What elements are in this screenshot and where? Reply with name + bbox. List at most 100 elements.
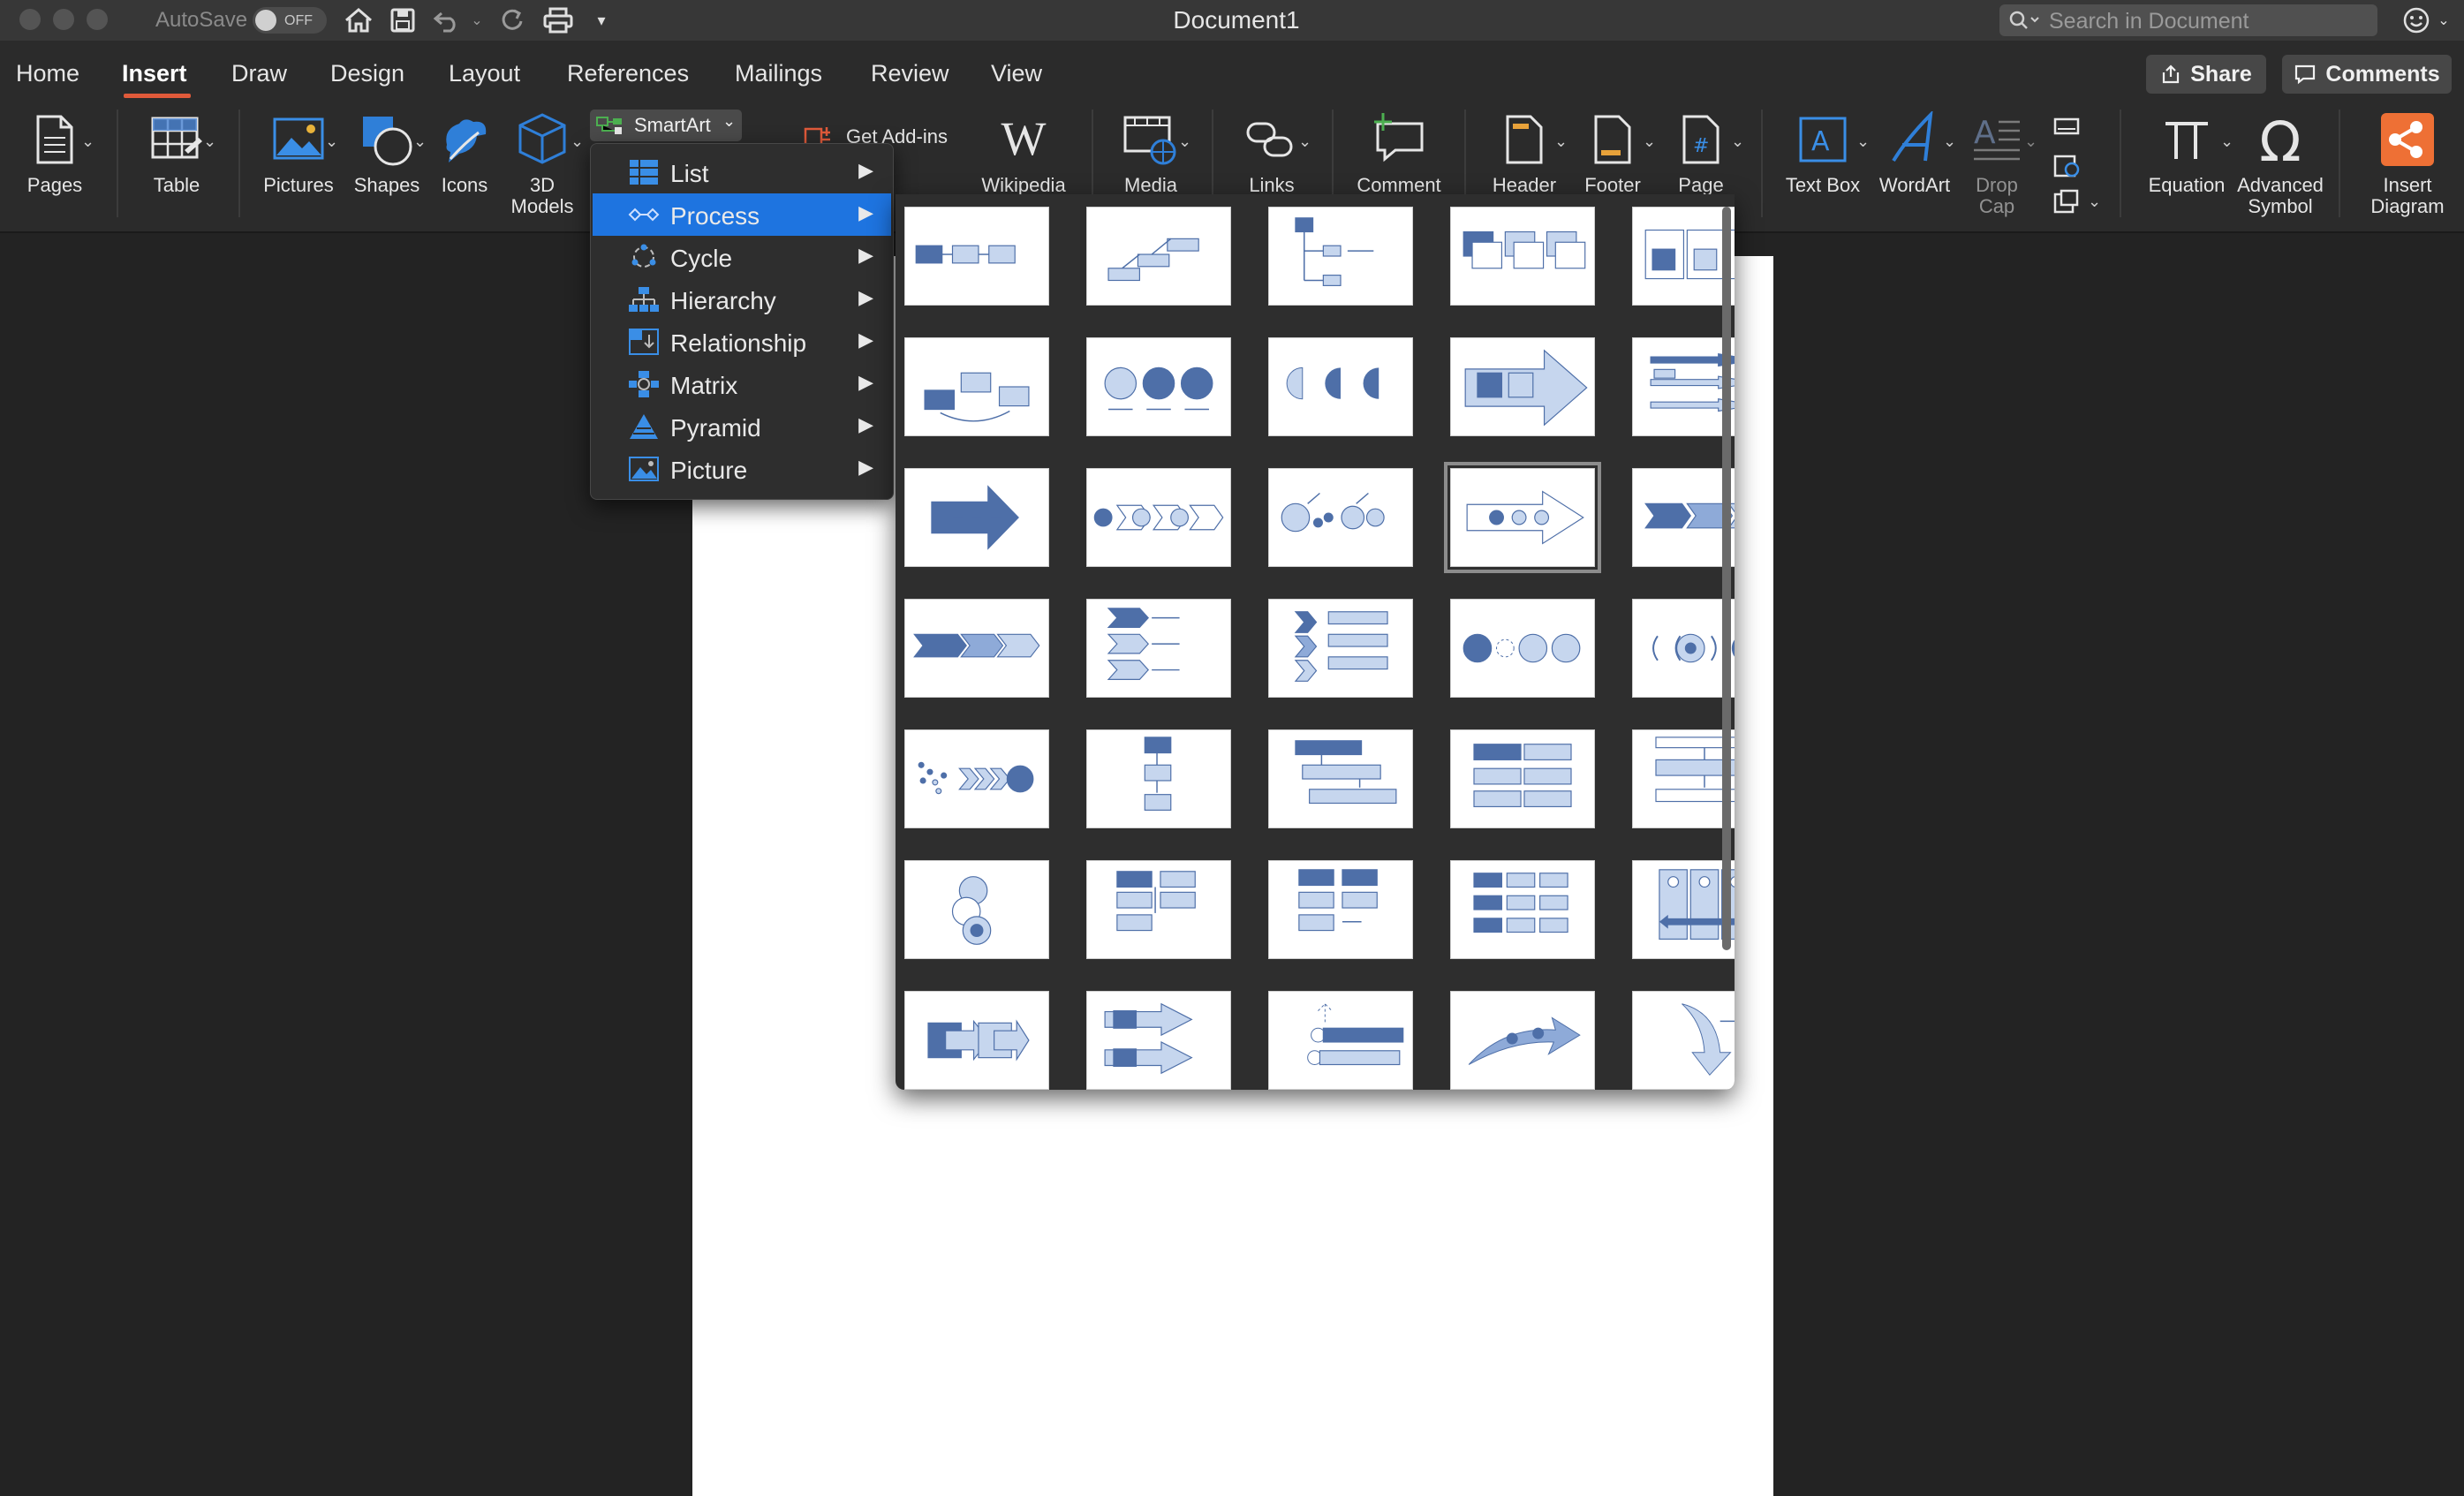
footer-icon xyxy=(1594,115,1631,164)
layout-preview-icon xyxy=(1116,871,1196,932)
scrollbar-thumb[interactable] xyxy=(1722,207,1731,950)
menu-item-matrix[interactable]: Matrix ▶ xyxy=(593,363,891,405)
tab-layout[interactable]: Layout xyxy=(449,60,520,87)
customize-toolbar-icon[interactable]: ▾ xyxy=(590,4,613,37)
process-layout-thumbnail[interactable] xyxy=(1268,207,1413,306)
pyramid-icon xyxy=(630,414,658,439)
object-chevron-icon[interactable]: ⌄ xyxy=(2088,193,2101,211)
process-layout-thumbnail[interactable] xyxy=(1086,207,1231,306)
tab-review[interactable]: Review xyxy=(871,60,949,87)
zoom-window-button[interactable] xyxy=(87,9,108,30)
tab-design[interactable]: Design xyxy=(330,60,404,87)
autosave-toggle[interactable]: OFF xyxy=(253,7,327,34)
process-layout-thumbnail[interactable] xyxy=(1268,991,1413,1090)
layout-preview-icon xyxy=(1294,611,1388,682)
wordart-button[interactable]: ⌄ WordArt xyxy=(1871,102,1959,233)
wikipedia-icon: W xyxy=(1001,112,1047,165)
table-button[interactable]: ⌄ Table xyxy=(131,102,223,233)
equation-button[interactable]: ⌄ Equation xyxy=(2132,102,2241,233)
feedback-chevron-icon[interactable]: ⌄ xyxy=(2434,4,2453,37)
menu-item-hierarchy[interactable]: Hierarchy ▶ xyxy=(593,278,891,321)
process-layout-thumbnail[interactable] xyxy=(904,207,1049,306)
3d-models-button[interactable]: ⌄ 3D Models xyxy=(500,102,585,233)
home-icon[interactable] xyxy=(341,4,376,37)
process-layout-thumbnail[interactable] xyxy=(904,991,1049,1090)
process-layout-thumbnail[interactable] xyxy=(1450,337,1595,436)
menu-item-pyramid[interactable]: Pyramid ▶ xyxy=(593,405,891,448)
menu-item-relationship[interactable]: Relationship ▶ xyxy=(593,321,891,363)
tab-mailings[interactable]: Mailings xyxy=(735,60,822,87)
object-icon[interactable] xyxy=(2052,189,2081,215)
process-layout-thumbnail[interactable] xyxy=(904,337,1049,436)
process-layout-thumbnail[interactable] xyxy=(1450,860,1595,959)
icons-button[interactable]: Icons xyxy=(433,102,496,233)
process-layout-thumbnail[interactable] xyxy=(1086,729,1231,828)
process-layout-thumbnail[interactable] xyxy=(1268,729,1413,828)
share-button[interactable]: Share xyxy=(2146,55,2266,94)
header-chevron-icon: ⌄ xyxy=(1554,132,1568,150)
menu-item-process[interactable]: Process ▶ xyxy=(593,193,891,236)
tab-draw[interactable]: Draw xyxy=(231,60,287,87)
tab-home[interactable]: Home xyxy=(16,60,79,87)
comments-button[interactable]: Comments xyxy=(2282,55,2452,94)
process-layout-thumbnail[interactable] xyxy=(1086,991,1231,1090)
search-input[interactable]: Search in Document xyxy=(1999,4,2377,36)
date-time-icon[interactable] xyxy=(2052,152,2081,178)
tab-references[interactable]: References xyxy=(567,60,689,87)
layout-preview-icon xyxy=(931,485,1019,550)
drop-cap-label-line2: Cap xyxy=(1978,195,2015,217)
text-box-button[interactable]: A ⌄ Text Box xyxy=(1773,102,1872,233)
insert-diagram-button[interactable]: Insert Diagram xyxy=(2358,102,2457,233)
layout-preview-icon xyxy=(1466,490,1584,545)
minimize-window-button[interactable] xyxy=(53,9,74,30)
process-layout-thumbnail[interactable] xyxy=(1086,599,1231,698)
wikipedia-label: Wikipedia xyxy=(981,174,1066,196)
process-layout-thumbnail[interactable] xyxy=(1268,337,1413,436)
process-layout-thumbnail[interactable] xyxy=(1268,599,1413,698)
tab-insert[interactable]: Insert xyxy=(122,60,187,87)
print-icon[interactable] xyxy=(539,4,578,37)
process-layout-thumbnail[interactable] xyxy=(1086,860,1231,959)
process-layout-thumbnail[interactable] xyxy=(1086,337,1231,436)
layout-preview-icon xyxy=(1307,1003,1404,1066)
close-window-button[interactable] xyxy=(19,9,41,30)
process-layout-thumbnail[interactable] xyxy=(904,729,1049,828)
process-layout-thumbnail[interactable] xyxy=(1086,468,1231,567)
signature-line-icon[interactable] xyxy=(2052,117,2081,136)
tab-view[interactable]: View xyxy=(991,60,1042,87)
process-layout-thumbnail[interactable] xyxy=(1450,599,1595,698)
smartart-button[interactable]: SmartArt ⌄ xyxy=(590,110,742,141)
process-layout-thumbnail[interactable] xyxy=(1444,462,1601,573)
menu-item-picture[interactable]: Picture ▶ xyxy=(593,448,891,490)
menu-item-cycle[interactable]: Cycle ▶ xyxy=(593,236,891,278)
picture-icon xyxy=(629,457,659,481)
process-layout-thumbnail[interactable] xyxy=(904,468,1049,567)
drop-cap-button[interactable]: A ⌄ Drop Cap xyxy=(1959,102,2037,233)
process-layout-thumbnail[interactable] xyxy=(1268,468,1413,567)
pages-button[interactable]: ⌄ Pages xyxy=(7,102,102,233)
redo-icon[interactable] xyxy=(495,4,530,37)
advanced-symbol-button[interactable]: Ω Advanced Symbol xyxy=(2234,102,2326,233)
process-layout-thumbnail[interactable] xyxy=(1450,207,1595,306)
shapes-button[interactable]: ⌄ Shapes xyxy=(344,102,429,233)
gallery-scrollbar[interactable] xyxy=(1717,207,1735,1090)
media-label: Media xyxy=(1124,174,1177,196)
ribbon-tabs: Home Insert Draw Design Layout Reference… xyxy=(0,41,2464,102)
process-layout-thumbnail[interactable] xyxy=(1450,991,1595,1090)
pictures-label: Pictures xyxy=(263,174,334,196)
save-icon[interactable] xyxy=(385,4,420,37)
undo-icon[interactable] xyxy=(429,4,465,37)
menu-item-list[interactable]: List ▶ xyxy=(593,151,891,193)
comment-label: Comment xyxy=(1357,174,1441,196)
process-layout-thumbnail[interactable] xyxy=(1268,860,1413,959)
process-layout-thumbnail[interactable] xyxy=(904,599,1049,698)
menu-item-label: Cycle xyxy=(670,245,733,272)
pictures-button[interactable]: ⌄ Pictures xyxy=(253,102,344,233)
smiley-feedback-icon[interactable] xyxy=(2399,4,2434,37)
smartart-chevron-icon: ⌄ xyxy=(722,112,737,130)
3d-models-chevron-icon: ⌄ xyxy=(571,132,585,150)
process-layout-thumbnail[interactable] xyxy=(904,860,1049,959)
footer-chevron-icon: ⌄ xyxy=(1643,132,1657,150)
undo-dropdown-chevron-icon[interactable]: ⌄ xyxy=(466,4,488,37)
process-layout-thumbnail[interactable] xyxy=(1450,729,1595,828)
